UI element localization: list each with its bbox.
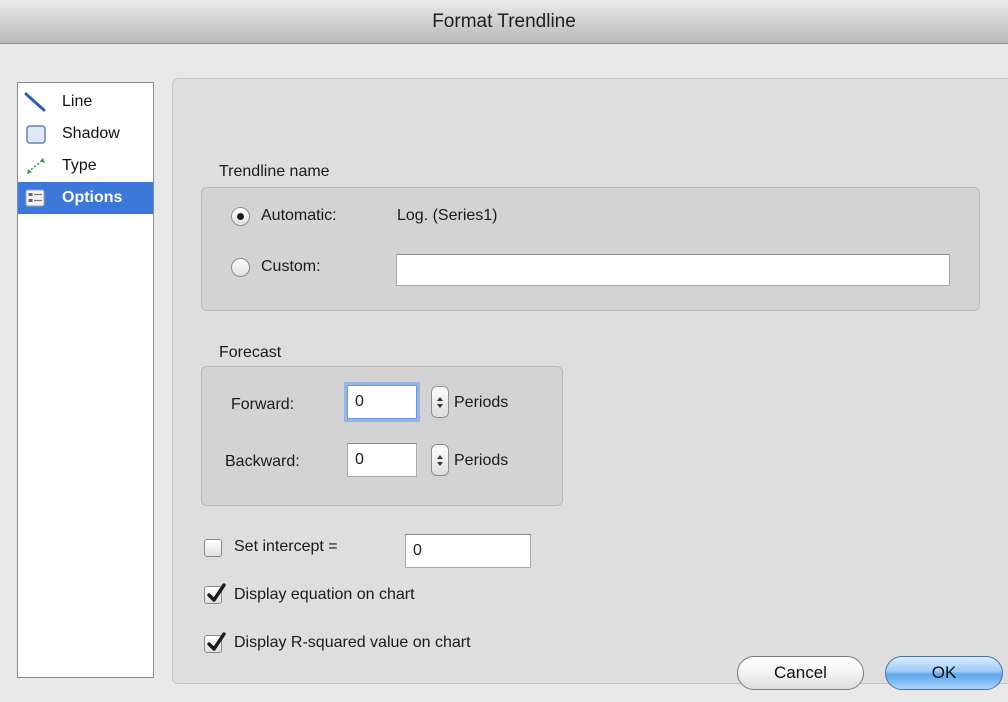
- stepper-down-icon: [437, 403, 443, 408]
- backward-stepper[interactable]: [431, 444, 449, 476]
- set-intercept-checkbox[interactable]: [204, 539, 222, 557]
- display-equation-checkbox[interactable]: [204, 583, 226, 604]
- intercept-value-field[interactable]: 0: [405, 534, 531, 568]
- sidebar-item-line[interactable]: Line: [18, 86, 153, 118]
- trendline-name-group: [201, 187, 980, 311]
- stepper-up-icon: [437, 454, 443, 459]
- options-icon: [24, 187, 50, 209]
- shadow-icon: [24, 123, 50, 145]
- display-equation-label: Display equation on chart: [234, 586, 415, 603]
- stepper-down-icon: [437, 461, 443, 466]
- checkmark-icon: [207, 583, 226, 602]
- backward-label: Backward:: [225, 453, 300, 470]
- custom-label: Custom:: [261, 258, 321, 275]
- forward-stepper[interactable]: [431, 386, 449, 418]
- category-sidebar: Line Shadow Type Options: [17, 82, 154, 678]
- forward-label: Forward:: [231, 396, 295, 413]
- type-icon: [24, 155, 50, 177]
- sidebar-item-type[interactable]: Type: [18, 150, 153, 182]
- set-intercept-label: Set intercept =: [234, 538, 338, 555]
- line-icon: [24, 91, 50, 113]
- sidebar-item-shadow[interactable]: Shadow: [18, 118, 153, 150]
- dialog-body: Line Shadow Type Options Trendline name …: [0, 44, 1008, 702]
- sidebar-item-label: Shadow: [62, 125, 120, 142]
- ok-button[interactable]: OK: [885, 656, 1003, 690]
- custom-name-field[interactable]: [396, 254, 950, 286]
- options-panel: Trendline name Automatic: Log. (Series1)…: [172, 78, 1008, 684]
- automatic-radio[interactable]: [231, 207, 250, 226]
- title-bar[interactable]: Format Trendline: [0, 0, 1008, 44]
- backward-unit-label: Periods: [454, 452, 509, 469]
- stepper-up-icon: [437, 396, 443, 401]
- cancel-button[interactable]: Cancel: [737, 656, 864, 690]
- automatic-label: Automatic:: [261, 207, 337, 224]
- sidebar-item-label: Options: [62, 189, 123, 206]
- forward-unit-label: Periods: [454, 394, 509, 411]
- window-title: Format Trendline: [432, 10, 576, 32]
- custom-radio[interactable]: [231, 258, 250, 277]
- trendline-name-title: Trendline name: [219, 163, 330, 180]
- sidebar-item-label: Type: [62, 157, 97, 174]
- automatic-value: Log. (Series1): [397, 207, 498, 224]
- forecast-title: Forecast: [219, 344, 282, 361]
- sidebar-item-label: Line: [62, 93, 93, 110]
- backward-periods-field[interactable]: 0: [347, 443, 417, 477]
- sidebar-item-options[interactable]: Options: [18, 182, 153, 214]
- display-r-squared-checkbox[interactable]: [204, 632, 226, 653]
- display-r-squared-label: Display R-squared value on chart: [234, 634, 471, 651]
- checkmark-icon: [207, 632, 226, 651]
- forward-periods-field[interactable]: 0: [347, 385, 417, 419]
